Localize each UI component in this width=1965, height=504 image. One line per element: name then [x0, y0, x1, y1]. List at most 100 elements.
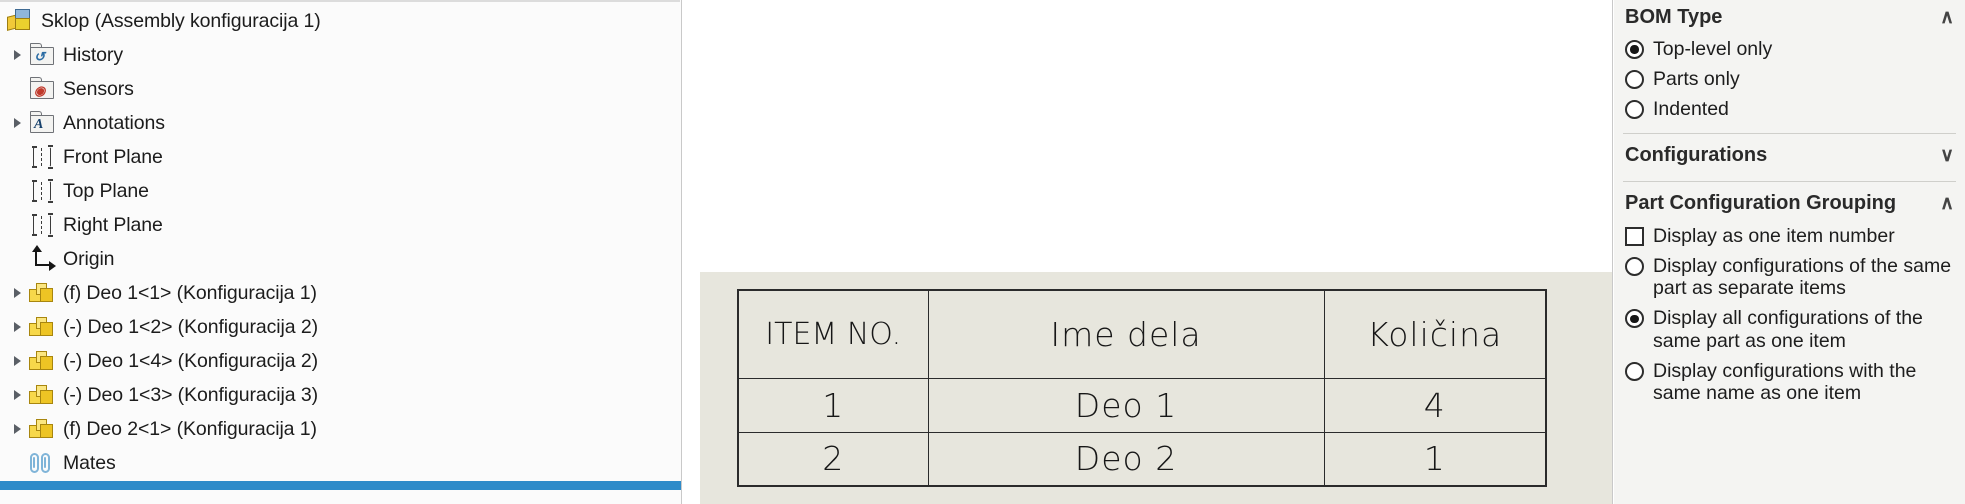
bom-cell-item-no[interactable]: 1 — [737, 377, 929, 433]
bom-cell-part-name[interactable]: Deo 2 — [927, 431, 1325, 487]
bom-cell-quantity[interactable]: 4 — [1323, 377, 1547, 433]
option-label: Display as one item number — [1653, 224, 1895, 247]
expand-arrow-icon[interactable] — [6, 44, 28, 66]
tree-item[interactable]: Top Plane — [0, 174, 681, 208]
chevron-up-icon[interactable]: ∧ — [1940, 8, 1954, 27]
chevron-up-icon[interactable]: ∧ — [1940, 194, 1954, 213]
tree-item[interactable]: (f) Deo 2<1> (Konfiguracija 1) — [0, 412, 681, 446]
part-icon — [28, 348, 56, 374]
radio-option[interactable]: Indented — [1614, 94, 1965, 124]
expander-placeholder — [6, 180, 28, 202]
property-section-header[interactable]: Part Configuration Grouping ∧ — [1614, 187, 1965, 221]
bom-col-header-item-no: ITEM NO. — [737, 289, 929, 379]
expander-placeholder — [6, 146, 28, 168]
tree-item[interactable]: Right Plane — [0, 208, 681, 242]
radio-selected-icon[interactable] — [1625, 309, 1644, 329]
chevron-down-icon[interactable]: ∨ — [1940, 146, 1954, 165]
bom-cell-quantity[interactable]: 1 — [1323, 431, 1547, 487]
tree-item-label: Sklop (Assembly konfiguracija 1) — [41, 9, 321, 32]
part-icon — [28, 314, 56, 340]
radio-selected-icon[interactable] — [1625, 40, 1644, 59]
property-section-header[interactable]: BOM Type ∧ — [1614, 0, 1965, 34]
tree-item-label: Origin — [63, 247, 115, 270]
radio-option[interactable]: Display all configurations of the same p… — [1614, 303, 1965, 355]
bom-col-header-quantity: Količina — [1323, 289, 1547, 379]
bom-cell-item-no[interactable]: 2 — [737, 431, 929, 487]
part-icon — [28, 416, 56, 442]
tree-item[interactable]: (f) Deo 1<1> (Konfiguracija 1) — [0, 276, 681, 310]
option-label: Top-level only — [1653, 38, 1773, 60]
history-folder-icon: ↺ — [28, 42, 56, 68]
checkbox-option[interactable]: Display as one item number — [1614, 221, 1965, 251]
expand-arrow-icon[interactable] — [6, 282, 28, 304]
bill-of-materials-table[interactable]: ITEM NO. Ime dela Količina 1 Deo 1 4 2 Deo 2… — [737, 289, 1547, 487]
expand-arrow-icon[interactable] — [6, 384, 28, 406]
tree-item[interactable]: ◉ Sensors — [0, 72, 681, 106]
tree-item-label: (-) Deo 1<2> (Konfiguracija 2) — [63, 315, 318, 338]
app-root: Sklop (Assembly konfiguracija 1) ↺ History… — [0, 0, 1965, 504]
property-section-title: BOM Type — [1625, 5, 1723, 28]
tree-item[interactable]: ↺ History — [0, 38, 681, 72]
tree-item-label: (f) Deo 1<1> (Konfiguracija 1) — [63, 281, 317, 304]
feature-tree-list: Sklop (Assembly konfiguracija 1) ↺ History… — [0, 4, 681, 480]
radio-option[interactable]: Top-level only — [1614, 34, 1965, 64]
property-section: Part Configuration Grouping ∧ Display as o… — [1614, 187, 1965, 412]
tree-item-label: (-) Deo 1<4> (Konfiguracija 2) — [63, 349, 318, 372]
radio-option[interactable]: Display configurations of the same part … — [1614, 251, 1965, 303]
radio-unselected-icon[interactable] — [1625, 256, 1644, 276]
tree-item-label: Front Plane — [63, 145, 163, 168]
property-section-title: Configurations — [1625, 144, 1768, 167]
radio-option[interactable]: Display configurations with the same nam… — [1614, 356, 1965, 408]
tree-item-label: Right Plane — [63, 213, 163, 236]
expand-arrow-icon[interactable] — [6, 350, 28, 372]
sensors-folder-icon: ◉ — [28, 76, 56, 102]
feature-manager-tree-panel: Sklop (Assembly konfiguracija 1) ↺ History… — [0, 0, 682, 504]
expand-arrow-icon[interactable] — [6, 418, 28, 440]
tree-item[interactable]: Mates — [0, 446, 681, 480]
tree-item[interactable]: (-) Deo 1<4> (Konfiguracija 2) — [0, 344, 681, 378]
option-label: Display configurations of the same part … — [1653, 254, 1952, 300]
radio-unselected-icon[interactable] — [1625, 100, 1644, 120]
bom-row[interactable]: 2 Deo 21 — [737, 431, 1547, 487]
expand-arrow-icon[interactable] — [6, 316, 28, 338]
tree-item-label: Top Plane — [63, 179, 149, 202]
property-manager-panel: BOM Type ∧ Top-level only Parts only Indente… — [1614, 0, 1965, 504]
bom-cell-part-name[interactable]: Deo 1 — [927, 377, 1325, 433]
radio-unselected-icon[interactable] — [1625, 70, 1644, 90]
drawing-canvas[interactable]: ITEM NO. Ime dela Količina 1 Deo 1 4 2 Deo 2… — [683, 0, 1613, 504]
part-icon — [28, 382, 56, 408]
property-section-header[interactable]: Configurations ∨ — [1614, 139, 1965, 173]
plane-icon — [28, 212, 56, 238]
tree-item-label: History — [63, 43, 123, 66]
property-section-title: Part Configuration Grouping — [1625, 192, 1897, 215]
assembly-icon — [6, 8, 34, 34]
mates-icon — [28, 450, 56, 476]
option-label: Display configurations with the same nam… — [1653, 359, 1917, 404]
tree-panel-divider[interactable] — [0, 481, 681, 490]
drawing-sheet[interactable]: ITEM NO. Ime dela Količina 1 Deo 1 4 2 Deo 2… — [700, 272, 1612, 504]
expand-arrow-icon[interactable] — [6, 112, 28, 134]
tree-item[interactable]: Sklop (Assembly konfiguracija 1) — [0, 4, 681, 38]
bom-header-row: ITEM NO. Ime dela Količina — [737, 289, 1547, 379]
property-section: BOM Type ∧ Top-level only Parts only Indente… — [1614, 0, 1965, 128]
plane-icon — [28, 178, 56, 204]
tree-item-label: (f) Deo 2<1> (Konfiguracija 1) — [63, 417, 317, 440]
radio-unselected-icon[interactable] — [1625, 361, 1644, 381]
checkbox-icon[interactable] — [1625, 226, 1644, 246]
part-icon — [28, 280, 56, 306]
radio-option[interactable]: Parts only — [1614, 64, 1965, 94]
option-label: Indented — [1653, 98, 1729, 121]
bom-col-header-part-name: Ime dela — [927, 289, 1325, 379]
tree-item[interactable]: (-) Deo 1<3> (Konfiguracija 3) — [0, 378, 681, 412]
tree-item-label: Mates — [63, 451, 116, 474]
property-manager-sections: BOM Type ∧ Top-level only Parts only Indente… — [1614, 0, 1965, 411]
option-label: Parts only — [1653, 68, 1740, 91]
tree-item[interactable]: Origin — [0, 242, 681, 276]
option-label: Display all configurations of the same p… — [1653, 307, 1923, 352]
tree-item[interactable]: A Annotations — [0, 106, 681, 140]
tree-item[interactable]: (-) Deo 1<2> (Konfiguracija 2) — [0, 310, 681, 344]
annotations-folder-icon: A — [28, 110, 56, 136]
expander-placeholder — [6, 78, 28, 100]
bom-row[interactable]: 1 Deo 14 — [737, 377, 1547, 433]
tree-item[interactable]: Front Plane — [0, 140, 681, 174]
